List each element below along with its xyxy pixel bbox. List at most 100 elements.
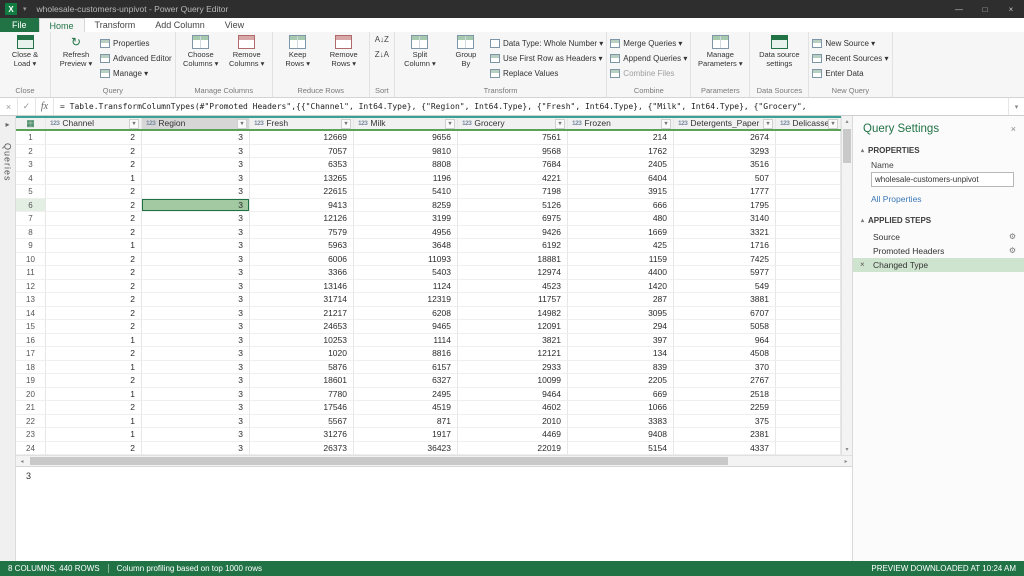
expand-queries-icon[interactable]: ▸ [5,120,9,129]
properties-section-header[interactable]: ▴ PROPERTIES [853,140,1024,158]
grid-cell[interactable]: 549 [674,280,776,294]
collapse-applied-steps-icon[interactable]: ▴ [861,217,864,224]
grid-cell[interactable]: 871 [354,415,458,429]
grid-cell[interactable]: 7684 [458,158,568,172]
row-number[interactable]: 6 [16,199,46,213]
filter-dropdown-icon[interactable]: ▾ [828,119,838,129]
filter-dropdown-icon[interactable]: ▾ [341,119,351,129]
split-column-button[interactable]: Split Column ▾ [398,33,442,68]
row-number[interactable]: 24 [16,442,46,456]
all-properties-link[interactable]: All Properties [853,191,1024,210]
column-header-channel[interactable]: 123Channel▾ [46,118,142,129]
grid-cell[interactable]: 5126 [458,199,568,213]
grid-cell[interactable] [776,226,841,240]
grid-cell[interactable]: 5154 [568,442,674,456]
properties-button[interactable]: Properties [100,36,172,51]
grid-cell[interactable]: 2933 [458,361,568,375]
grid-cell[interactable]: 9656 [354,131,458,145]
grid-cell[interactable]: 21217 [250,307,354,321]
grid-cell[interactable]: 1 [46,334,142,348]
grid-cell[interactable]: 9465 [354,320,458,334]
grid-cell[interactable]: 375 [674,415,776,429]
grid-cell[interactable]: 7561 [458,131,568,145]
grid-cell[interactable]: 2518 [674,388,776,402]
grid-cell[interactable]: 1 [46,428,142,442]
grid-cell[interactable]: 8259 [354,199,458,213]
grid-cell[interactable]: 5403 [354,266,458,280]
grid-cell[interactable]: 2495 [354,388,458,402]
grid-cell[interactable]: 2 [46,158,142,172]
tab-home[interactable]: Home [39,18,85,32]
grid-cell[interactable]: 2 [46,199,142,213]
row-number[interactable]: 12 [16,280,46,294]
grid-cell[interactable]: 3 [142,212,250,226]
grid-cell[interactable]: 2 [46,293,142,307]
column-header-grocery[interactable]: 123Grocery▾ [458,118,568,129]
grid-cell[interactable] [776,347,841,361]
grid-cell[interactable]: 5977 [674,266,776,280]
grid-cell[interactable]: 370 [674,361,776,375]
grid-cell[interactable]: 2 [46,212,142,226]
grid-cell[interactable]: 5058 [674,320,776,334]
grid-cell[interactable]: 26373 [250,442,354,456]
grid-cell[interactable]: 7579 [250,226,354,240]
column-header-milk[interactable]: 123Milk▾ [354,118,458,129]
grid-cell[interactable]: 2 [46,253,142,267]
grid-cell[interactable]: 3 [142,442,250,456]
grid-cell[interactable]: 2010 [458,415,568,429]
grid-cell[interactable]: 3383 [568,415,674,429]
grid-cell[interactable]: 1114 [354,334,458,348]
grid-cell[interactable] [776,266,841,280]
quick-access-caret-icon[interactable]: ▾ [23,5,27,13]
filter-dropdown-icon[interactable]: ▾ [555,119,565,129]
column-header-delicassen[interactable]: 123Delicassen▾ [776,118,841,129]
filter-dropdown-icon[interactable]: ▾ [445,119,455,129]
grid-cell[interactable]: 9568 [458,145,568,159]
grid-cell[interactable]: 1020 [250,347,354,361]
remove-rows-button[interactable]: Remove Rows ▾ [322,33,366,68]
grid-cell[interactable]: 1917 [354,428,458,442]
close-and-load-button[interactable]: Close & Load ▾ [3,33,47,68]
query-name-input[interactable] [871,172,1014,187]
queries-pane-collapsed[interactable]: ▸ Queries [0,116,16,561]
grid-cell[interactable]: 9408 [568,428,674,442]
grid-cell[interactable]: 3 [142,280,250,294]
select-all-table-icon[interactable]: ▦ [16,118,46,129]
grid-cell[interactable]: 2 [46,442,142,456]
grid-cell[interactable]: 3 [142,199,250,213]
column-header-fresh[interactable]: 123Fresh▾ [250,118,354,129]
tab-file[interactable]: File [0,18,39,32]
filter-dropdown-icon[interactable]: ▾ [763,119,773,129]
row-number[interactable]: 17 [16,347,46,361]
grid-cell[interactable]: 397 [568,334,674,348]
gear-icon[interactable]: ⚙ [1009,230,1016,244]
filter-dropdown-icon[interactable]: ▾ [237,119,247,129]
manage-button[interactable]: Manage ▾ [100,66,172,81]
grid-cell[interactable]: 839 [568,361,674,375]
row-number[interactable]: 10 [16,253,46,267]
grid-cell[interactable]: 9464 [458,388,568,402]
grid-cell[interactable] [776,199,841,213]
row-number[interactable]: 22 [16,415,46,429]
grid-cell[interactable]: 2 [46,307,142,321]
grid-cell[interactable]: 507 [674,172,776,186]
horizontal-scroll-thumb[interactable] [30,457,728,465]
grid-cell[interactable]: 3 [142,253,250,267]
grid-cell[interactable] [776,158,841,172]
grid-cell[interactable]: 13265 [250,172,354,186]
group-by-button[interactable]: Group By [444,33,488,68]
scroll-left-icon[interactable]: ◂ [16,458,28,465]
grid-cell[interactable]: 24653 [250,320,354,334]
grid-cell[interactable]: 2 [46,374,142,388]
grid-cell[interactable] [776,442,841,456]
row-number[interactable]: 21 [16,401,46,415]
advanced-editor-button[interactable]: Advanced Editor [100,51,172,66]
grid-cell[interactable]: 6192 [458,239,568,253]
grid-cell[interactable]: 294 [568,320,674,334]
maximize-button[interactable]: □ [972,0,998,18]
grid-cell[interactable]: 6404 [568,172,674,186]
grid-cell[interactable] [776,320,841,334]
grid-cell[interactable]: 3 [142,226,250,240]
grid-cell[interactable]: 6353 [250,158,354,172]
tab-add-column[interactable]: Add Column [145,18,215,32]
